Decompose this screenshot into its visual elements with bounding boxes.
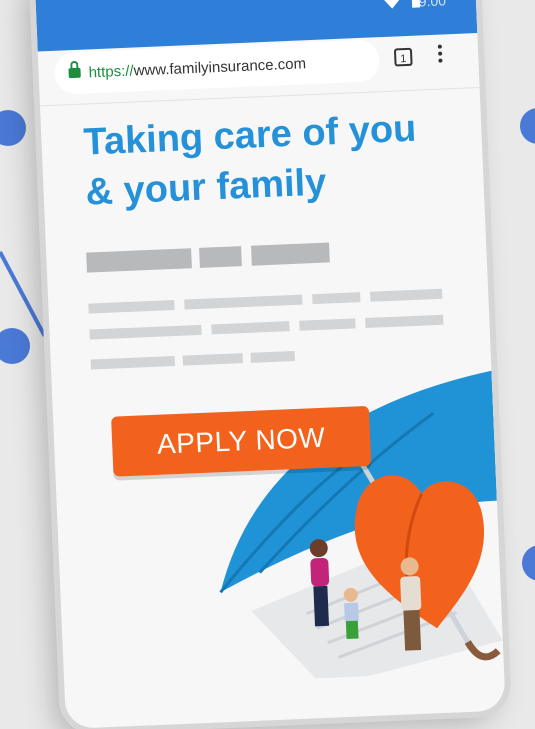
tab-count-icon[interactable]: 1	[393, 47, 413, 67]
signal-icon	[377, 0, 407, 10]
url-text[interactable]: https://www.familyinsurance.com	[88, 55, 306, 81]
headline-line-2: & your family	[84, 161, 328, 214]
placeholder-text-line	[90, 356, 176, 370]
decor-dot	[522, 545, 535, 581]
lock-icon	[68, 67, 81, 79]
placeholder-text-line	[184, 294, 303, 310]
placeholder-text-line	[211, 321, 290, 335]
umbrella-family-illustration	[219, 370, 503, 683]
placeholder-heading	[251, 242, 330, 266]
placeholder-text-line	[370, 288, 443, 302]
url-host: www.familyinsurance.com	[133, 54, 307, 79]
status-time: 9:00	[418, 0, 447, 10]
more-vert-icon[interactable]	[437, 44, 445, 65]
apply-now-button[interactable]: APPLY NOW	[111, 405, 372, 477]
placeholder-text-line	[89, 324, 202, 340]
decor-dot	[0, 110, 26, 146]
headline-line-1: Taking care of you	[82, 107, 418, 164]
phone-mockup: 9:00 https://www.familyinsurance.com 1 T…	[34, 0, 506, 729]
placeholder-text-line	[365, 314, 444, 328]
placeholder-text-line	[88, 299, 175, 314]
decor-dot	[0, 328, 30, 364]
url-scheme: https://	[88, 61, 134, 81]
decor-line	[0, 251, 47, 337]
placeholder-text-line	[299, 318, 356, 331]
placeholder-text-line	[312, 292, 361, 305]
page-headline: Taking care of you & your family	[83, 102, 467, 218]
placeholder-heading	[199, 246, 242, 268]
decor-dot	[520, 108, 535, 144]
placeholder-heading	[86, 248, 192, 273]
